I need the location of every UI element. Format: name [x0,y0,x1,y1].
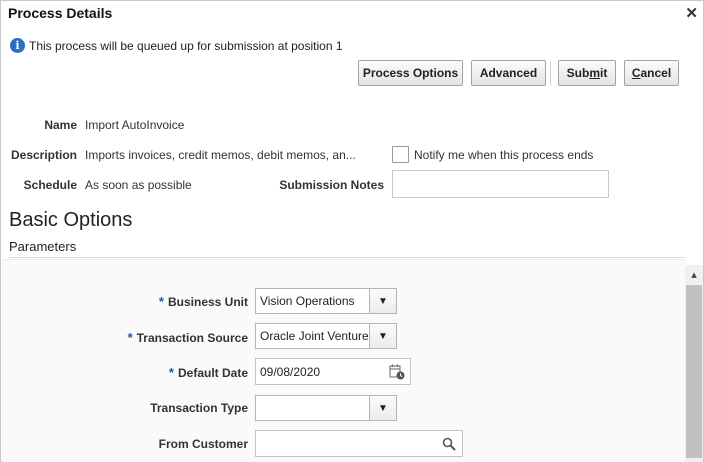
chevron-down-icon[interactable]: ▼ [369,289,396,313]
transaction-source-value: Oracle Joint Venture [260,329,369,343]
info-message: i This process will be queued up for sub… [10,38,343,53]
cancel-label: Cancel [631,66,672,80]
from-customer-input[interactable] [255,430,463,457]
submit-button[interactable]: Submit [558,60,616,86]
close-icon[interactable]: ✕ [685,4,698,22]
default-date-label: * Default Date [168,365,248,380]
from-customer-label: From Customer [158,437,248,451]
advanced-button[interactable]: Advanced [471,60,546,86]
required-indicator: * [168,365,174,380]
notify-label: Notify me when this process ends [414,148,594,162]
chevron-down-icon[interactable]: ▼ [369,396,396,420]
schedule-value: As soon as possible [85,178,192,192]
business-unit-label: * Business Unit [158,294,248,309]
dialog-title: Process Details [8,5,113,21]
scroll-up-icon[interactable]: ▴ [685,265,703,283]
schedule-label: Schedule [23,178,77,192]
basic-options-heading: Basic Options [9,209,133,231]
advanced-label: Advanced [479,66,538,80]
description-value: Imports invoices, credit memos, debit me… [85,148,356,162]
calendar-icon[interactable] [384,364,410,380]
required-indicator: * [127,330,133,345]
transaction-source-label: * Transaction Source [127,330,248,345]
notify-checkbox[interactable] [392,146,409,163]
search-icon[interactable] [436,437,462,451]
business-unit-select[interactable]: Vision Operations ▼ [255,288,397,314]
scroll-thumb[interactable] [686,285,702,458]
name-value: Import AutoInvoice [85,118,185,132]
info-message-text: This process will be queued up for submi… [29,38,343,53]
business-unit-value: Vision Operations [260,294,355,308]
submission-notes-label: Submission Notes [279,178,384,192]
submission-notes-field[interactable] [392,170,609,198]
default-date-value: 09/08/2020 [260,364,321,379]
parameters-heading: Parameters [9,239,77,254]
default-date-input[interactable]: 09/08/2020 [255,358,411,385]
transaction-type-select[interactable]: ▼ [255,395,397,421]
parameters-divider [9,257,685,258]
button-separator [550,61,551,85]
process-options-button[interactable]: Process Options [358,60,463,86]
submit-label: Submit [566,66,608,80]
info-icon: i [10,38,25,53]
process-options-label: Process Options [362,66,459,80]
vertical-scrollbar[interactable]: ▴ [685,265,703,462]
chevron-down-icon[interactable]: ▼ [369,324,396,348]
transaction-type-label: Transaction Type [150,401,248,415]
required-indicator: * [158,294,164,309]
name-label: Name [44,118,77,132]
transaction-source-select[interactable]: Oracle Joint Venture ▼ [255,323,397,349]
process-details-dialog: Process Details ✕ i This process will be… [0,0,704,462]
cancel-button[interactable]: Cancel [624,60,679,86]
description-label: Description [10,148,77,162]
